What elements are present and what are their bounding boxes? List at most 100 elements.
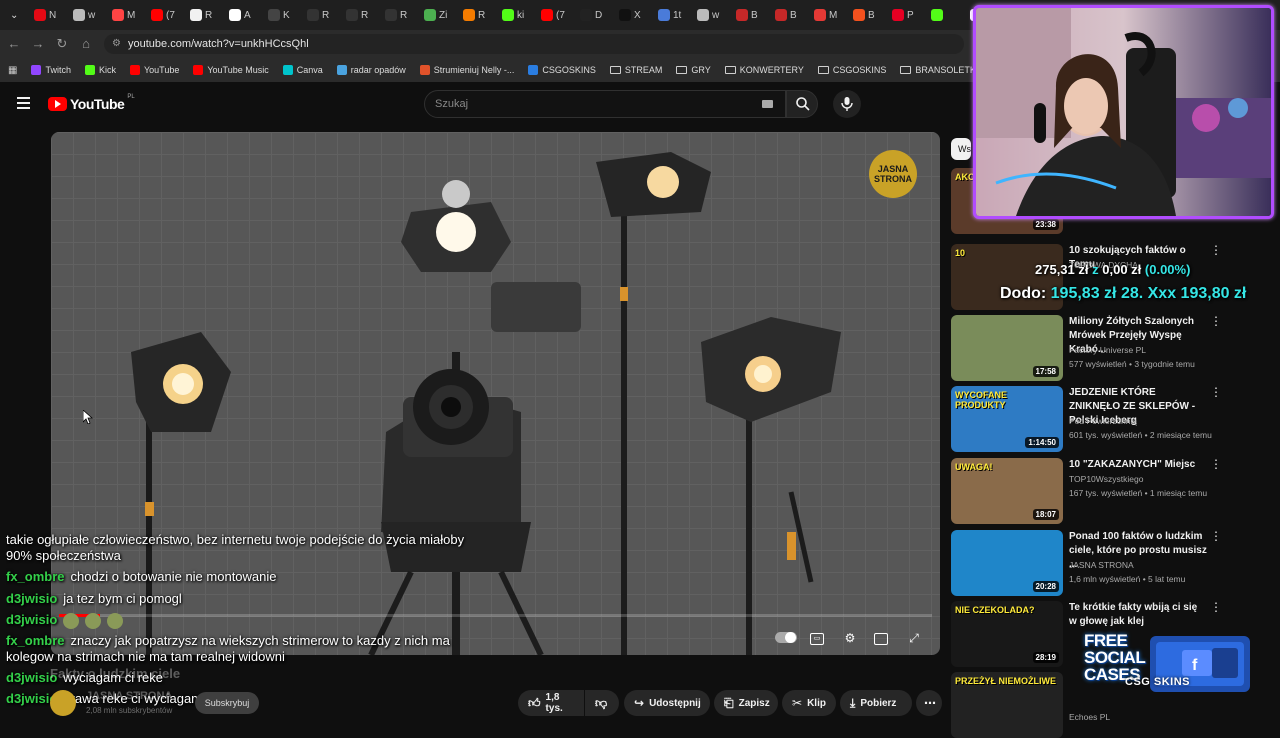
- video-thumbnail[interactable]: PRZEŻYŁ NIEMOŻLIWE: [951, 672, 1063, 738]
- browser-tab[interactable]: M: [106, 3, 143, 27]
- browser-tab[interactable]: w: [67, 3, 104, 27]
- bookmark-folder[interactable]: STREAM: [609, 65, 662, 75]
- subscribe-button[interactable]: Subskrybuj: [195, 692, 259, 714]
- browser-tab[interactable]: K: [262, 3, 299, 27]
- bookmark-folder[interactable]: CSGOSKINS: [817, 65, 886, 75]
- bookmark-folder[interactable]: KONWERTERY: [724, 65, 804, 75]
- share-button[interactable]: ↪ Udostępnij: [624, 690, 710, 716]
- browser-tab[interactable]: w: [691, 3, 728, 27]
- browser-tab[interactable]: B: [730, 3, 767, 27]
- recommended-video[interactable]: 17:58 Miliony Żółtych Szalonych Mrówek Pr…: [951, 315, 1271, 381]
- video-thumbnail[interactable]: WYCOFANE PRODUKTY 1:14:50: [951, 386, 1063, 452]
- browser-tab[interactable]: (7: [535, 3, 572, 27]
- recommended-channel-name[interactable]: Factory Universe PL: [1069, 345, 1146, 355]
- keyboard-icon[interactable]: [762, 100, 773, 108]
- browser-tab[interactable]: X: [613, 3, 650, 27]
- tab-search-dropdown[interactable]: ⌄: [4, 3, 26, 27]
- browser-tab[interactable]: ki: [496, 3, 533, 27]
- recommended-video-title[interactable]: Te krótkie fakty wbiją ci się w głowę ja…: [1069, 601, 1207, 629]
- bookmark-item[interactable]: YouTube Music: [193, 65, 269, 75]
- browser-tab[interactable]: R: [340, 3, 377, 27]
- browser-tab[interactable]: R: [457, 3, 494, 27]
- tab-label: M: [127, 9, 136, 21]
- recommended-channel-name[interactable]: TOP10Wszystkiego: [1069, 474, 1143, 484]
- bookmark-folder[interactable]: GRY: [676, 65, 711, 75]
- tab-favicon-icon: [658, 9, 670, 21]
- recommended-video[interactable]: WYCOFANE PRODUKTY 1:14:50 JEDZENIE KTÓRE Z…: [951, 386, 1271, 452]
- bookmark-item[interactable]: Strumieniuj Nelly -...: [419, 65, 514, 75]
- dislike-button[interactable]: 👎︎: [585, 690, 619, 716]
- browser-tab[interactable]: A: [223, 3, 260, 27]
- more-vertical-icon[interactable]: ⋮: [1210, 530, 1222, 544]
- settings-gear-icon[interactable]: ⚙: [842, 631, 858, 645]
- reload-icon[interactable]: ↻: [54, 36, 70, 52]
- browser-tab[interactable]: R: [379, 3, 416, 27]
- tab-favicon-icon: [580, 9, 592, 21]
- browser-tab[interactable]: M: [808, 3, 845, 27]
- channel-watermark[interactable]: JASNA STRONA: [869, 150, 917, 198]
- back-icon[interactable]: ←: [6, 36, 22, 52]
- browser-tab[interactable]: B: [847, 3, 884, 27]
- recommended-channel-name[interactable]: Echoes PL: [1069, 712, 1110, 722]
- channel-name[interactable]: JASNA STRONA: [86, 690, 172, 702]
- browser-tab[interactable]: B: [769, 3, 806, 27]
- browser-tab[interactable]: 1t: [652, 3, 689, 27]
- browser-tab[interactable]: P: [886, 3, 923, 27]
- video-thumbnail[interactable]: NIE CZEKOLADA? 28:19: [951, 601, 1063, 667]
- video-title: Fakty o ludzkim ciele: [50, 666, 181, 681]
- bookmark-item[interactable]: Kick: [84, 65, 116, 75]
- bookmark-item[interactable]: CSGOSKINS: [528, 65, 596, 75]
- like-button[interactable]: 👍︎ 1,8 tys.: [518, 690, 584, 716]
- search-button[interactable]: [786, 90, 818, 118]
- bookmark-folder[interactable]: BRANSOLETKI: [900, 65, 978, 75]
- filter-chip-all[interactable]: Ws: [951, 138, 971, 160]
- bookmark-item[interactable]: radar opadów: [336, 65, 406, 75]
- clip-button[interactable]: ✂ Klip: [782, 690, 836, 716]
- miniplayer-icon[interactable]: [874, 633, 888, 645]
- browser-tab[interactable]: R: [184, 3, 221, 27]
- more-vertical-icon[interactable]: ⋮: [1210, 601, 1222, 615]
- save-button[interactable]: ⎗ Zapisz: [714, 690, 778, 716]
- site-info-icon[interactable]: ⚙: [112, 34, 121, 54]
- more-vertical-icon[interactable]: ⋮: [1210, 458, 1222, 472]
- recommended-video[interactable]: 20:28 Ponad 100 faktów o ludzkim ciele, k…: [951, 530, 1271, 596]
- home-icon[interactable]: ⌂: [78, 36, 94, 52]
- bookmark-item[interactable]: Twitch: [31, 65, 71, 75]
- channel-avatar[interactable]: [50, 690, 76, 716]
- search-input[interactable]: Szukaj: [424, 90, 786, 118]
- forward-icon[interactable]: →: [30, 36, 46, 52]
- recommended-video-meta: 167 tys. wyświetleń • 1 miesiąc temu: [1069, 488, 1208, 498]
- youtube-logo[interactable]: YouTube PL: [48, 94, 135, 114]
- more-vertical-icon[interactable]: ⋮: [1210, 386, 1222, 400]
- video-thumbnail[interactable]: 17:58: [951, 315, 1063, 381]
- chat-emote-icon: [107, 612, 124, 629]
- fullscreen-icon[interactable]: ⤢: [906, 631, 922, 645]
- apps-grid-icon[interactable]: ▦: [8, 65, 17, 76]
- address-bar[interactable]: ⚙ youtube.com/watch?v=unkhHCcsQhl: [104, 34, 964, 54]
- voice-search-button[interactable]: [833, 90, 861, 118]
- download-label: Pobierz: [860, 697, 897, 709]
- hamburger-menu-icon[interactable]: [17, 97, 30, 109]
- browser-tab[interactable]: [925, 3, 962, 27]
- recommended-video[interactable]: UWAGA! 18:07 10 "ZAKAZANYCH" Miejsc TOP10Ws…: [951, 458, 1271, 524]
- recommended-channel-name[interactable]: JASNA STRONA: [1069, 560, 1134, 570]
- autoplay-toggle[interactable]: [775, 632, 797, 643]
- download-button[interactable]: ⤓ Pobierz: [840, 690, 912, 716]
- more-vertical-icon[interactable]: ⋮: [1210, 315, 1222, 329]
- bookmark-label: BRANSOLETKI: [915, 65, 979, 75]
- browser-tab[interactable]: R: [301, 3, 338, 27]
- more-actions-button[interactable]: ⋯: [916, 690, 942, 716]
- bookmark-item[interactable]: YouTube: [129, 65, 179, 75]
- thumbnail-caption: 10: [955, 248, 966, 258]
- video-thumbnail[interactable]: UWAGA! 18:07: [951, 458, 1063, 524]
- subtitles-icon[interactable]: ▭: [810, 633, 824, 645]
- recommended-video-title[interactable]: 10 "ZAKAZANYCH" Miejsc: [1069, 458, 1207, 472]
- browser-tab[interactable]: Zi: [418, 3, 455, 27]
- recommended-channel-name[interactable]: Pod Powierzchnią: [1069, 416, 1137, 426]
- browser-tab[interactable]: (7: [145, 3, 182, 27]
- more-vertical-icon[interactable]: ⋮: [1210, 244, 1222, 258]
- browser-tab[interactable]: N: [28, 3, 65, 27]
- bookmark-item[interactable]: Canva: [282, 65, 323, 75]
- video-thumbnail[interactable]: 20:28: [951, 530, 1063, 596]
- browser-tab[interactable]: D: [574, 3, 611, 27]
